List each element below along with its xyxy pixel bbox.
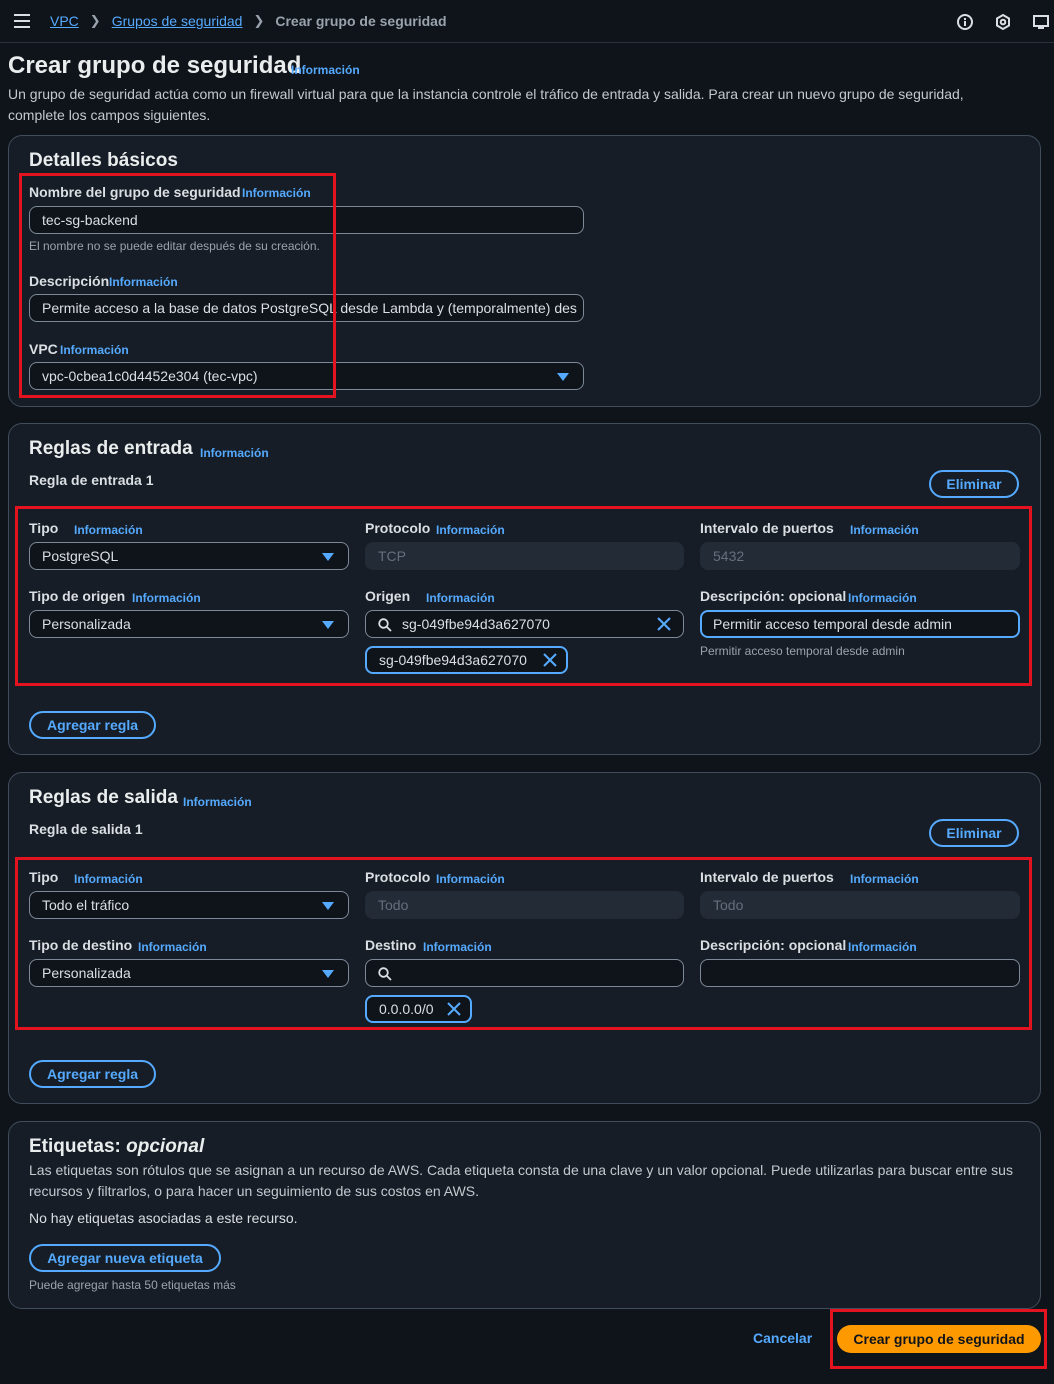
- breadcrumb-current: Crear grupo de seguridad: [275, 13, 447, 29]
- top-navigation-bar: VPC ❯ Grupos de seguridad ❯ Crear grupo …: [0, 0, 1054, 43]
- highlight-box-inbound: [15, 506, 1032, 686]
- outbound-add-rule-button[interactable]: Agregar regla: [29, 1060, 156, 1088]
- highlight-box-basic: [19, 173, 336, 398]
- outbound-rule-title: Regla de salida 1: [29, 821, 143, 837]
- tags-hint: Puede agregar hasta 50 etiquetas más: [29, 1278, 236, 1292]
- display-settings-icon[interactable]: [1032, 13, 1050, 31]
- page-title: Crear grupo de seguridad: [8, 52, 302, 79]
- hamburger-menu-icon[interactable]: [14, 14, 30, 28]
- page-description: Un grupo de seguridad actúa como un fire…: [8, 86, 964, 123]
- breadcrumb-security-groups[interactable]: Grupos de seguridad: [112, 13, 243, 29]
- tags-heading-optional: opcional: [126, 1136, 205, 1157]
- highlight-box-outbound: [15, 857, 1032, 1030]
- tags-description: Las etiquetas son rótulos que se asignan…: [29, 1162, 1013, 1199]
- inbound-delete-button[interactable]: Eliminar: [929, 470, 1019, 498]
- inbound-rule-title: Regla de entrada 1: [29, 472, 154, 488]
- inbound-heading: Reglas de entrada: [29, 438, 193, 459]
- caret-down-icon: [557, 373, 569, 381]
- outbound-info-link[interactable]: Información: [183, 795, 252, 809]
- basic-details-heading: Detalles básicos: [29, 150, 178, 171]
- highlight-box-create: [830, 1309, 1047, 1369]
- tags-heading: Etiquetas: opcional: [29, 1136, 204, 1158]
- outbound-heading: Reglas de salida: [29, 787, 178, 808]
- notification-icon[interactable]: [994, 13, 1012, 31]
- chevron-right-icon: ❯: [89, 13, 101, 28]
- cancel-button[interactable]: Cancelar: [753, 1330, 812, 1346]
- tags-empty-message: No hay etiquetas asociadas a este recurs…: [29, 1210, 298, 1226]
- page-info-link[interactable]: Información: [291, 63, 360, 77]
- outbound-delete-button[interactable]: Eliminar: [929, 819, 1019, 847]
- breadcrumb: VPC ❯ Grupos de seguridad ❯ Crear grupo …: [50, 13, 447, 29]
- info-circle-icon[interactable]: [956, 13, 974, 31]
- inbound-add-rule-button[interactable]: Agregar regla: [29, 711, 156, 739]
- breadcrumb-vpc[interactable]: VPC: [50, 13, 79, 29]
- inbound-info-link[interactable]: Información: [200, 446, 269, 460]
- tags-heading-label: Etiquetas:: [29, 1136, 121, 1157]
- add-tag-button[interactable]: Agregar nueva etiqueta: [29, 1244, 221, 1272]
- chevron-right-icon: ❯: [253, 13, 265, 28]
